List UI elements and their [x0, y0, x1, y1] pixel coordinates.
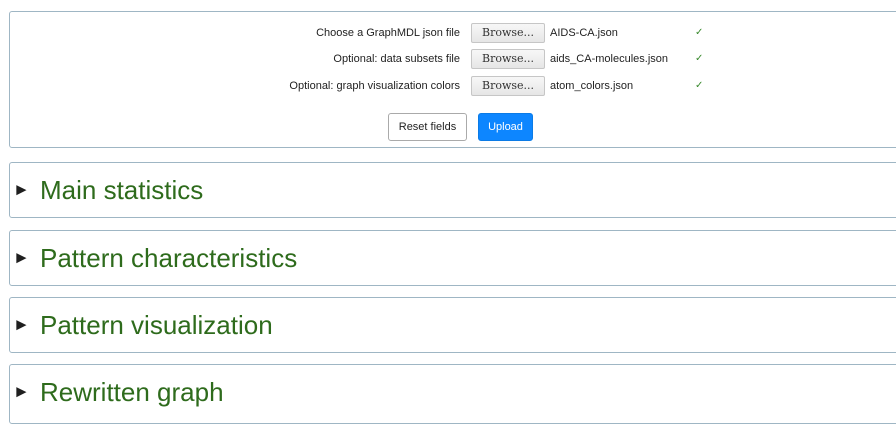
section-title: Main statistics — [40, 175, 204, 205]
graphmdl-file-name: AIDS-CA.json — [550, 27, 618, 39]
expand-arrow-icon: ► — [13, 180, 30, 199]
reset-fields-button[interactable]: Reset fields — [388, 113, 467, 141]
section-rewritten-graph[interactable]: ► Rewritten graph — [9, 364, 896, 424]
colors-file-label: Optional: graph visualization colors — [289, 80, 460, 92]
expand-arrow-icon: ► — [13, 315, 30, 334]
subsets-file-row: Optional: data subsets file Browse... ai… — [10, 49, 896, 71]
subsets-browse-button[interactable]: Browse... — [471, 49, 545, 69]
section-title: Pattern characteristics — [40, 243, 298, 273]
expand-arrow-icon: ► — [13, 248, 30, 267]
graphmdl-file-row: Choose a GraphMDL json file Browse... AI… — [10, 23, 896, 45]
check-icon: ✓ — [695, 27, 704, 38]
colors-file-row: Optional: graph visualization colors Bro… — [10, 76, 896, 98]
upload-button[interactable]: Upload — [478, 113, 533, 141]
check-icon: ✓ — [695, 53, 704, 64]
subsets-file-name: aids_CA-molecules.json — [550, 53, 668, 65]
upload-panel: Choose a GraphMDL json file Browse... AI… — [9, 11, 896, 148]
colors-file-name: atom_colors.json — [550, 80, 634, 92]
section-main-statistics[interactable]: ► Main statistics — [9, 162, 896, 218]
graphmdl-browse-button[interactable]: Browse... — [471, 23, 545, 43]
graphmdl-file-label: Choose a GraphMDL json file — [316, 27, 460, 39]
section-pattern-characteristics[interactable]: ► Pattern characteristics — [9, 230, 896, 286]
section-title: Rewritten graph — [40, 377, 224, 407]
subsets-file-label: Optional: data subsets file — [333, 53, 460, 65]
section-title: Pattern visualization — [40, 310, 273, 340]
colors-browse-button[interactable]: Browse... — [471, 76, 545, 96]
check-icon: ✓ — [695, 80, 704, 91]
section-pattern-visualization[interactable]: ► Pattern visualization — [9, 297, 896, 353]
expand-arrow-icon: ► — [13, 382, 30, 401]
